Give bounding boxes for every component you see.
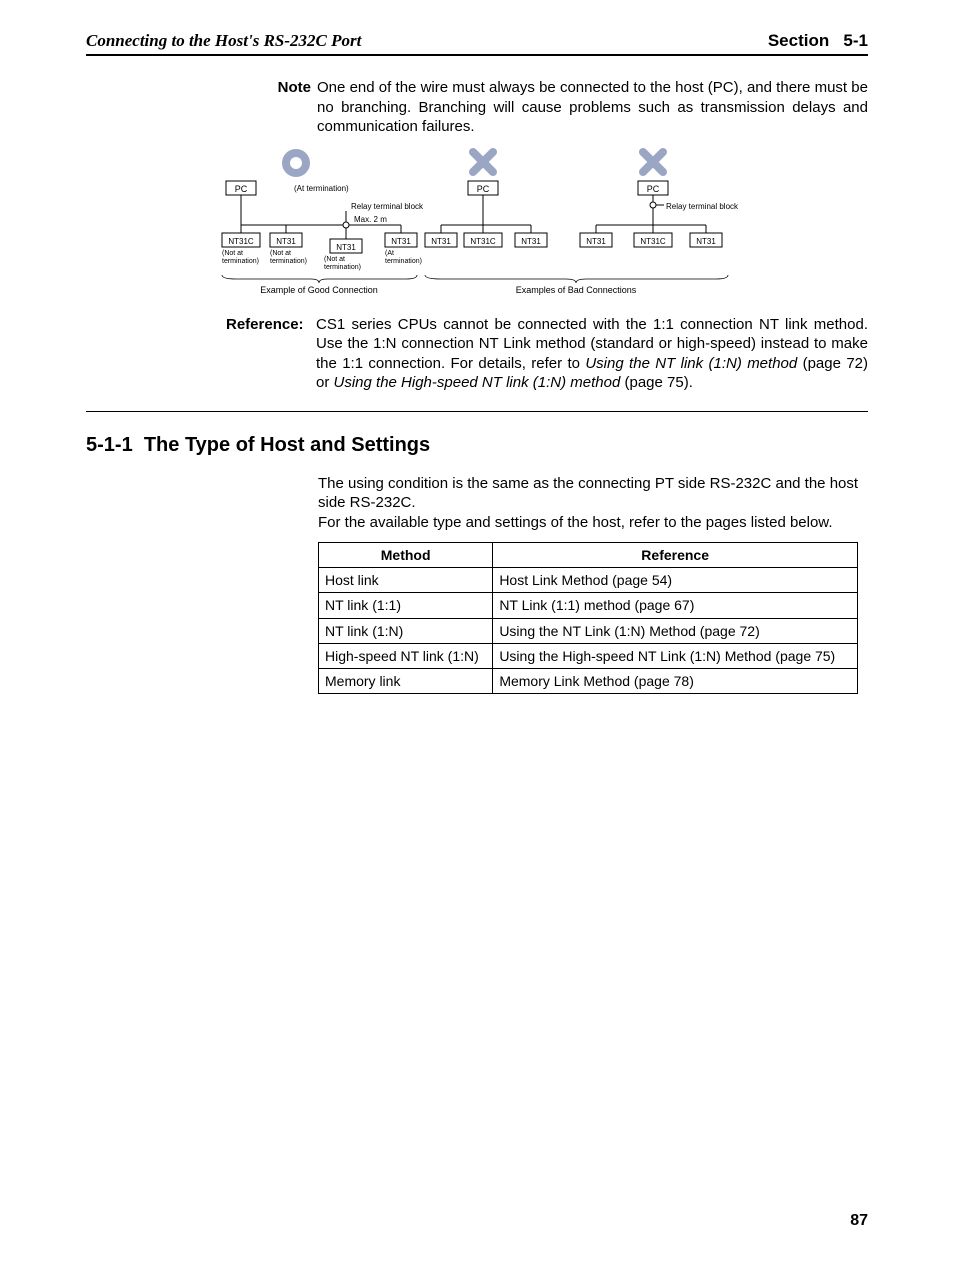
nt-label: NT31 [391,237,411,246]
nt-label: NT31 [586,237,606,246]
table-row: Host link Host Link Method (page 54) [319,568,858,593]
running-head-right: Section 5-1 [768,30,868,52]
section-divider [86,411,868,412]
not-at-term-label2: termination) [324,264,361,271]
bad-icon [473,152,493,172]
nt-label: NT31 [336,243,356,252]
table-row: Memory link Memory Link Method (page 78) [319,669,858,694]
cell-reference: Host Link Method (page 54) [493,568,858,593]
nt-label: NT31C [228,237,254,246]
subsection-title-text: The Type of Host and Settings [144,434,430,456]
good-caption: Example of Good Connection [260,285,378,295]
at-term-label: (At [385,250,394,257]
relay-node-icon [343,222,349,228]
max-2m-label: Max. 2 m [354,215,387,224]
subsection-para1: The using condition is the same as the c… [318,474,868,513]
bad-icon [643,152,663,172]
cell-method: NT link (1:1) [319,593,493,618]
relay-block-label: Relay terminal block [666,202,739,211]
note-text: One end of the wire must always be conne… [317,78,868,137]
relay-block-label: Relay terminal block [351,202,424,211]
cell-method: Host link [319,568,493,593]
col-method-header: Method [319,543,493,568]
subsection-heading: 5-1-1 The Type of Host and Settings [86,432,868,458]
cell-method: High-speed NT link (1:N) [319,643,493,668]
running-head-left: Connecting to the Host's RS-232C Port [86,30,361,52]
col-reference-header: Reference [493,543,858,568]
relay-node-icon [650,202,656,208]
not-at-term-label: (Not at [324,256,345,263]
nt-label: NT31 [521,237,541,246]
nt-label: NT31C [470,237,496,246]
brace-icon [222,275,417,283]
nt-label: NT31 [696,237,716,246]
table-row: NT link (1:N) Using the NT Link (1:N) Me… [319,618,858,643]
diagram-svg: PC (At termination) Relay terminal block… [216,147,816,297]
diagram-at-termination-label: (At termination) [294,184,349,193]
diagram-pc-label: PC [235,184,248,194]
page-header: Connecting to the Host's RS-232C Port Se… [86,30,868,56]
connection-diagram: PC (At termination) Relay terminal block… [216,147,868,297]
note-label: Note [266,78,317,137]
nt-label: NT31 [276,237,296,246]
cell-reference: Using the NT Link (1:N) Method (page 72) [493,618,858,643]
cell-reference: NT Link (1:1) method (page 67) [493,593,858,618]
ref-ital-1: Using the NT link (1:N) method [585,355,797,372]
good-icon [286,153,306,173]
not-at-term-label2: termination) [222,258,259,265]
subsection-para2: For the available type and settings of t… [318,513,868,533]
diagram-pc-label: PC [647,184,660,194]
at-term-label2: termination) [385,258,422,265]
reference-label: Reference: [226,315,316,393]
table-header-row: Method Reference [319,543,858,568]
table-row: High-speed NT link (1:N) Using the High-… [319,643,858,668]
ref-ital-2: Using the High-speed NT link (1:N) metho… [334,374,621,391]
not-at-term-label2: termination) [270,258,307,265]
reference-block: Reference: CS1 series CPUs cannot be con… [226,315,868,393]
cell-method: Memory link [319,669,493,694]
page-number: 87 [850,1211,868,1232]
nt-label: NT31C [640,237,666,246]
nt-label: NT31 [431,237,451,246]
not-at-term-label: (Not at [222,250,243,257]
subsection-number: 5-1-1 [86,434,133,456]
diagram-pc-label: PC [477,184,490,194]
table-row: NT link (1:1) NT Link (1:1) method (page… [319,593,858,618]
reference-text: CS1 series CPUs cannot be connected with… [316,315,868,393]
cell-method: NT link (1:N) [319,618,493,643]
section-word: Section [768,31,829,50]
bad-caption: Examples of Bad Connections [516,285,637,295]
section-number: 5-1 [843,31,868,50]
ref-text-3: (page 75). [620,374,693,391]
cell-reference: Using the High-speed NT Link (1:N) Metho… [493,643,858,668]
methods-table: Method Reference Host link Host Link Met… [318,542,858,694]
cell-reference: Memory Link Method (page 78) [493,669,858,694]
note-block: Note One end of the wire must always be … [266,78,868,137]
brace-icon [425,275,728,283]
not-at-term-label: (Not at [270,250,291,257]
